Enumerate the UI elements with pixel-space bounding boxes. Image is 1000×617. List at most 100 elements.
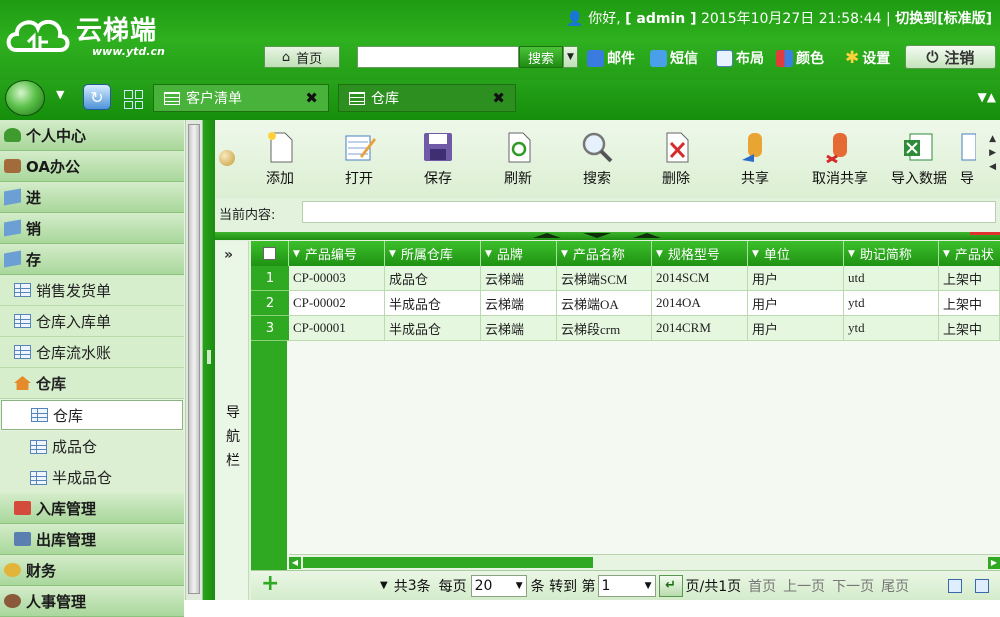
- column-header[interactable]: ▼ 产品状: [939, 241, 1000, 266]
- current-content-field[interactable]: [302, 201, 996, 223]
- sidebar-item-personal-center[interactable]: 个人中心: [0, 120, 184, 151]
- scroll-left-icon[interactable]: ◀: [289, 557, 301, 569]
- sidebar-scrollbar[interactable]: [185, 120, 202, 600]
- collapse-up-icon[interactable]: [533, 233, 561, 238]
- prev-page-link[interactable]: 上一页: [783, 576, 825, 596]
- sidebar-item-warehouse[interactable]: 仓库: [1, 400, 183, 430]
- layout-link[interactable]: 布局: [716, 48, 764, 68]
- table-cell[interactable]: 上架中: [939, 266, 1000, 291]
- table-view-icon[interactable]: [975, 579, 989, 593]
- export-button[interactable]: 导: [952, 130, 982, 192]
- close-icon[interactable]: ✖: [305, 89, 318, 107]
- table-row[interactable]: 3 CP-00001 半成品仓 云梯端 云梯段crm 2014CRM 用户 yt…: [251, 316, 1000, 341]
- search-toolbar-button[interactable]: 搜索: [562, 130, 632, 192]
- table-cell[interactable]: 2014OA: [652, 291, 748, 316]
- table-cell[interactable]: 云梯端: [481, 291, 557, 316]
- search-input[interactable]: [357, 46, 519, 68]
- pager-menu-icon[interactable]: ▼: [380, 580, 388, 591]
- list-view-icon[interactable]: [948, 579, 962, 593]
- sidebar-item-semi-finished[interactable]: 半成品仓: [0, 462, 184, 493]
- sidebar-item-warehouse-group[interactable]: 仓库: [0, 368, 184, 399]
- refresh-icon[interactable]: ↻: [83, 84, 111, 110]
- column-header[interactable]: ▼ 品牌: [481, 241, 557, 266]
- sidebar-item-inbound-mgmt[interactable]: 入库管理: [0, 493, 184, 524]
- add-button[interactable]: 添加: [245, 130, 315, 192]
- save-button[interactable]: 保存: [403, 130, 473, 192]
- sidebar-item-warehouse-ledger[interactable]: 仓库流水账: [0, 337, 184, 368]
- sidebar-item-purchase[interactable]: 进: [0, 182, 184, 213]
- sidebar-item-sales-delivery[interactable]: 销售发货单: [0, 275, 184, 306]
- unshare-button[interactable]: 取消共享: [799, 130, 881, 192]
- tab-menu-icon[interactable]: ▼▲: [978, 90, 996, 104]
- table-cell[interactable]: 云梯端OA: [557, 291, 652, 316]
- splitter-grip-icon[interactable]: [207, 350, 211, 364]
- table-cell[interactable]: 云梯端: [481, 316, 557, 341]
- import-data-button[interactable]: 导入数据: [879, 130, 959, 192]
- table-cell[interactable]: ytd: [844, 291, 939, 316]
- switch-edition-link[interactable]: 切换到[标准版]: [895, 11, 992, 27]
- open-button[interactable]: 打开: [324, 130, 394, 192]
- collapse-down-icon[interactable]: [583, 233, 611, 238]
- home-button[interactable]: ⌂ 首页: [264, 46, 340, 68]
- tab-customer-list[interactable]: 客户清单 ✖: [153, 84, 329, 112]
- column-header[interactable]: ▼ 产品编号: [289, 241, 385, 266]
- grid-horizontal-scrollbar[interactable]: ◀ ▶: [289, 554, 1000, 570]
- sidebar-item-finance[interactable]: 财务: [0, 555, 184, 586]
- add-row-icon[interactable]: +: [261, 573, 279, 595]
- toolbar-scroll-arrows-icon[interactable]: ▲ ▶ ◀: [989, 132, 996, 174]
- table-cell[interactable]: CP-00002: [289, 291, 385, 316]
- sms-link[interactable]: 短信: [650, 48, 698, 68]
- close-icon[interactable]: ✖: [492, 89, 505, 107]
- per-page-select[interactable]: 20 ▼: [470, 574, 527, 597]
- column-header[interactable]: ▼ 所属仓库: [385, 241, 481, 266]
- table-cell[interactable]: 用户: [748, 266, 844, 291]
- mail-link[interactable]: 邮件: [587, 48, 635, 68]
- grid-scroll-thumb[interactable]: [303, 557, 593, 568]
- sidebar-item-outbound-mgmt[interactable]: 出库管理: [0, 524, 184, 555]
- table-cell[interactable]: 用户: [748, 316, 844, 341]
- table-row[interactable]: 2 CP-00002 半成品仓 云梯端 云梯端OA 2014OA 用户 ytd …: [251, 291, 1000, 316]
- table-cell[interactable]: 云梯段crm: [557, 316, 652, 341]
- table-cell[interactable]: 2014CRM: [652, 316, 748, 341]
- column-header[interactable]: ▼ 单位: [748, 241, 844, 266]
- search-button[interactable]: 搜索: [519, 46, 563, 68]
- table-cell[interactable]: 用户: [748, 291, 844, 316]
- select-all-checkbox[interactable]: [251, 241, 289, 266]
- table-cell[interactable]: CP-00003: [289, 266, 385, 291]
- last-page-link[interactable]: 尾页: [881, 576, 909, 596]
- table-cell[interactable]: 云梯端: [481, 266, 557, 291]
- column-header[interactable]: ▼ 产品名称: [557, 241, 652, 266]
- sidebar-item-oa[interactable]: OA办公: [0, 151, 184, 182]
- share-button[interactable]: 共享: [720, 130, 790, 192]
- page-select[interactable]: 1 ▼: [597, 574, 656, 597]
- table-cell[interactable]: utd: [844, 266, 939, 291]
- go-page-button[interactable]: ↵: [658, 574, 683, 597]
- table-row[interactable]: 1 CP-00003 成品仓 云梯端 云梯端SCM 2014SCM 用户 utd…: [251, 266, 1000, 291]
- first-page-link[interactable]: 首页: [748, 576, 776, 596]
- expand-nav-icon[interactable]: »: [224, 247, 233, 263]
- expand-up-icon[interactable]: [633, 233, 661, 238]
- sidebar-item-stock[interactable]: 存: [0, 244, 184, 275]
- sidebar-splitter[interactable]: [203, 120, 215, 600]
- table-cell[interactable]: 半成品仓: [385, 291, 481, 316]
- sidebar-item-sales[interactable]: 销: [0, 213, 184, 244]
- sidebar-item-hr[interactable]: 人事管理: [0, 586, 184, 617]
- color-link[interactable]: 颜色: [776, 48, 824, 68]
- table-cell[interactable]: 上架中: [939, 316, 1000, 341]
- table-cell[interactable]: CP-00001: [289, 316, 385, 341]
- table-cell[interactable]: 云梯端SCM: [557, 266, 652, 291]
- search-dropdown-icon[interactable]: ▼: [563, 46, 578, 68]
- settings-link[interactable]: ✱ 设置: [845, 48, 890, 68]
- table-cell[interactable]: 上架中: [939, 291, 1000, 316]
- refresh-button[interactable]: 刷新: [483, 130, 553, 192]
- table-cell[interactable]: 半成品仓: [385, 316, 481, 341]
- grid-view-icon[interactable]: [124, 90, 143, 109]
- sidebar-item-finished-goods[interactable]: 成品仓: [0, 431, 184, 462]
- sidebar-scroll-thumb[interactable]: [188, 124, 200, 594]
- scroll-right-icon[interactable]: ▶: [988, 557, 1000, 569]
- delete-button[interactable]: 删除: [641, 130, 711, 192]
- table-cell[interactable]: 成品仓: [385, 266, 481, 291]
- caret-down-icon[interactable]: ▼: [56, 88, 64, 101]
- column-header[interactable]: ▼ 规格型号: [652, 241, 748, 266]
- sidebar-item-warehouse-inbound[interactable]: 仓库入库单: [0, 306, 184, 337]
